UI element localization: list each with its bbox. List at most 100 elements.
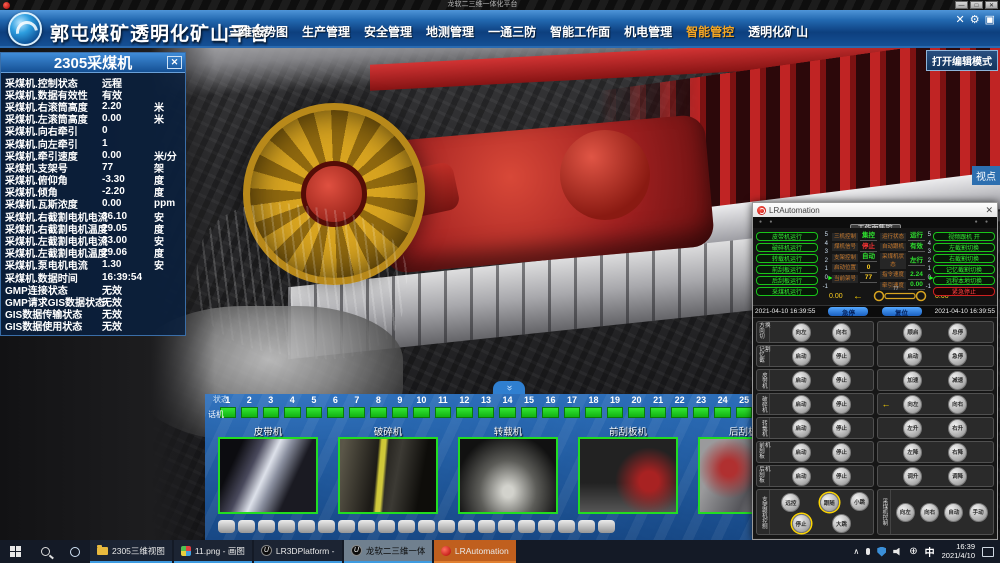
- search-icon[interactable]: [30, 540, 60, 563]
- minimize-button[interactable]: —: [955, 1, 968, 9]
- camera-thumbnail-前刮板机[interactable]: [578, 437, 678, 514]
- taskbar-app-2305三维视图[interactable]: 2305三维视图: [90, 540, 172, 563]
- tray-chevron-icon[interactable]: ∧: [853, 547, 859, 556]
- camera-thumbnail-皮带机[interactable]: [218, 437, 318, 514]
- lr-close-icon[interactable]: ✕: [985, 205, 993, 216]
- round-button-手动[interactable]: 手动: [969, 503, 988, 522]
- mini-thumbnail[interactable]: [458, 520, 475, 533]
- round-button-自动[interactable]: 自动: [944, 503, 963, 522]
- ime-indicator[interactable]: 中: [925, 544, 935, 559]
- shield-icon[interactable]: [877, 547, 886, 557]
- round-button-停止[interactable]: 停止: [832, 419, 851, 438]
- round-button-停止[interactable]: 停止: [832, 371, 851, 390]
- mini-thumbnail[interactable]: [558, 520, 575, 533]
- mini-thumbnail[interactable]: [398, 520, 415, 533]
- round-button-大跳[interactable]: 大跳: [832, 514, 851, 533]
- mode-button[interactable]: 记忆截割切换: [933, 265, 995, 274]
- round-button-启动[interactable]: 启动: [792, 419, 811, 438]
- round-button-调升[interactable]: 调升: [903, 467, 922, 486]
- round-button-停止[interactable]: 停止: [832, 347, 851, 366]
- mini-thumbnail[interactable]: [518, 520, 535, 533]
- cortana-icon[interactable]: [60, 540, 90, 563]
- round-button-向左[interactable]: 向左: [896, 503, 915, 522]
- run-button[interactable]: 破碎机运行: [756, 243, 818, 252]
- round-button-急停[interactable]: 急停: [948, 347, 967, 366]
- taskbar-app-LR3DPlatform - U...[interactable]: ULR3DPlatform - U...: [254, 540, 342, 563]
- round-button-左升[interactable]: 左升: [903, 419, 922, 438]
- nav-item-安全管理[interactable]: 安全管理: [364, 23, 412, 40]
- taskbar-app-LRAutomation[interactable]: LRAutomation: [434, 540, 516, 563]
- round-button-减速[interactable]: 减速: [948, 371, 967, 390]
- start-button[interactable]: [0, 540, 30, 563]
- round-button-调降[interactable]: 调降: [948, 467, 967, 486]
- window-icon[interactable]: ▣: [985, 13, 995, 26]
- round-button-向右[interactable]: 向右: [920, 503, 939, 522]
- round-button-向左[interactable]: 向左: [903, 395, 922, 414]
- nav-item-智能管控[interactable]: 智能管控: [686, 23, 734, 40]
- round-button-向左[interactable]: 向左: [792, 323, 811, 342]
- emergency-stop-button[interactable]: 紧急停止: [933, 287, 995, 296]
- round-button-左降[interactable]: 左降: [903, 443, 922, 462]
- speaker-icon[interactable]: [893, 548, 902, 556]
- mini-thumbnail[interactable]: [218, 520, 235, 533]
- round-button-停止[interactable]: 停止: [832, 395, 851, 414]
- camera-thumbnail-转载机[interactable]: [458, 437, 558, 514]
- round-button-右降[interactable]: 右降: [948, 443, 967, 462]
- mini-thumbnail[interactable]: [478, 520, 495, 533]
- mini-thumbnail[interactable]: [498, 520, 515, 533]
- round-button-向右[interactable]: 向右: [948, 395, 967, 414]
- close-button[interactable]: ✕: [985, 1, 998, 9]
- mode-button[interactable]: 远程本地切换: [933, 276, 995, 285]
- mini-thumbnail[interactable]: [338, 520, 355, 533]
- round-button-启动[interactable]: 启动: [792, 467, 811, 486]
- round-button-停止[interactable]: 停止: [832, 443, 851, 462]
- round-button-停止[interactable]: 停止: [832, 467, 851, 486]
- network-globe-icon[interactable]: ⊕: [909, 547, 917, 557]
- round-button-启动[interactable]: 启动: [792, 443, 811, 462]
- mode-button[interactable]: 右截割切换: [933, 254, 995, 263]
- maximize-button[interactable]: □: [970, 1, 983, 9]
- mini-thumbnail[interactable]: [378, 520, 395, 533]
- viewpoint-tab[interactable]: 视点: [972, 166, 1000, 185]
- mini-thumbnail[interactable]: [438, 520, 455, 533]
- nav-item-三维态势图[interactable]: 三维态势图: [228, 23, 288, 40]
- collapse-strip-button[interactable]: »: [493, 381, 525, 394]
- taskbar-app-11.png - 画图[interactable]: 11.png - 画图: [174, 540, 252, 563]
- mini-thumbnail[interactable]: [578, 520, 595, 533]
- nav-item-透明化矿山[interactable]: 透明化矿山: [748, 23, 808, 40]
- mode-button[interactable]: 视频跟机 开: [933, 232, 995, 241]
- panel-close-icon[interactable]: ✕: [167, 56, 182, 69]
- round-button-跟随[interactable]: 跟随: [820, 493, 839, 512]
- run-button[interactable]: 后刮板运行: [756, 276, 818, 285]
- nav-item-一通三防[interactable]: 一通三防: [488, 23, 536, 40]
- round-button-右升[interactable]: 右升: [948, 419, 967, 438]
- nav-item-机电管理[interactable]: 机电管理: [624, 23, 672, 40]
- mini-thumbnail[interactable]: [318, 520, 335, 533]
- reset-button[interactable]: 复位: [882, 307, 922, 316]
- mini-thumbnail[interactable]: [418, 520, 435, 533]
- mini-thumbnail[interactable]: [358, 520, 375, 533]
- round-button-停止[interactable]: 停止: [792, 514, 811, 533]
- mini-thumbnail[interactable]: [538, 520, 555, 533]
- round-button-向右[interactable]: 向右: [832, 323, 851, 342]
- round-button-加速[interactable]: 加速: [903, 371, 922, 390]
- round-button-启动[interactable]: 启动: [792, 371, 811, 390]
- mode-button[interactable]: 左截割切换: [933, 243, 995, 252]
- round-button-启动[interactable]: 启动: [792, 347, 811, 366]
- mini-thumbnail[interactable]: [238, 520, 255, 533]
- taskbar-app-龙软二三维一体化...[interactable]: U龙软二三维一体化...: [344, 540, 432, 563]
- x-tool-icon[interactable]: ✕: [956, 13, 965, 26]
- round-button-远控[interactable]: 远控: [781, 493, 800, 512]
- mic-icon[interactable]: [866, 548, 870, 555]
- round-button-小跳[interactable]: 小跳: [850, 492, 869, 511]
- camera-thumbnail-破碎机[interactable]: [338, 437, 438, 514]
- round-button-顺启[interactable]: 顺启: [903, 323, 922, 342]
- round-button-启动[interactable]: 启动: [792, 395, 811, 414]
- estop-button[interactable]: 急停: [828, 307, 868, 316]
- clock[interactable]: 16:39 2021/4/10: [942, 543, 975, 560]
- mini-thumbnail[interactable]: [278, 520, 295, 533]
- mini-thumbnail[interactable]: [298, 520, 315, 533]
- notification-icon[interactable]: [982, 547, 994, 557]
- open-edit-mode-button[interactable]: 打开编辑模式: [926, 50, 998, 71]
- run-button[interactable]: 皮带机运行: [756, 232, 818, 241]
